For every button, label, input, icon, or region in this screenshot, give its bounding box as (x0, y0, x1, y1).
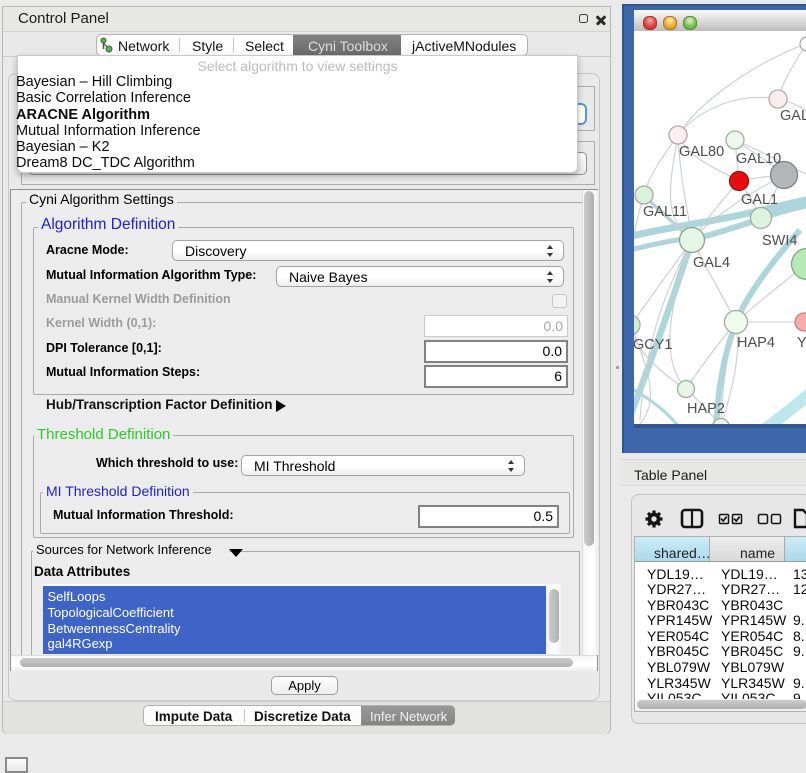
svg-text:GAL4: GAL4 (693, 255, 730, 271)
svg-text:GCY1: GCY1 (634, 337, 673, 353)
svg-text:GAL80: GAL80 (679, 144, 724, 160)
svg-text:GAL1: GAL1 (741, 192, 778, 208)
svg-text:GAL8: GAL8 (780, 108, 806, 124)
svg-text:SWI4: SWI4 (762, 233, 797, 249)
svg-text:HAP2: HAP2 (687, 401, 725, 417)
svg-text:GAL10: GAL10 (736, 151, 781, 167)
svg-text:Y: Y (797, 335, 806, 351)
svg-text:HAP4: HAP4 (737, 335, 775, 351)
svg-text:GAL11: GAL11 (643, 204, 687, 220)
